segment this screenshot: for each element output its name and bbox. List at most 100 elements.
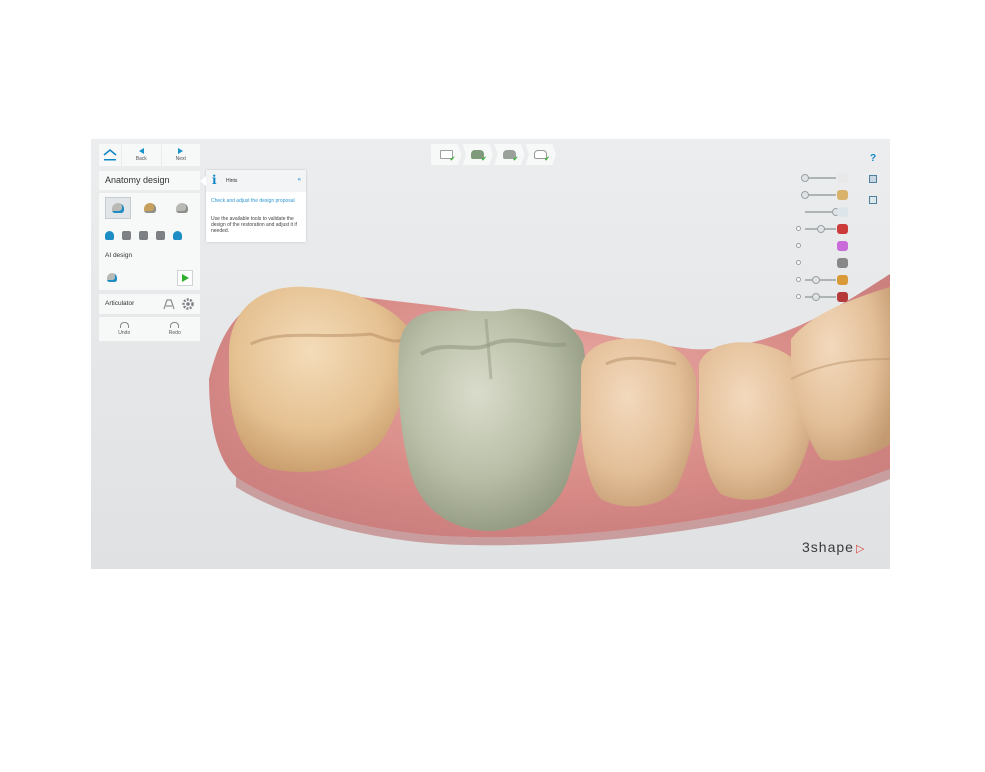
articulator-row: Articulator [99, 294, 200, 314]
slider-track[interactable] [805, 279, 836, 281]
smooth-tool-button[interactable] [118, 228, 135, 242]
brand-name: 3shape [802, 539, 854, 555]
hints-panel: i Hints « Check and adjust the design pr… [200, 170, 306, 242]
ai-design-label: AI design [105, 252, 133, 259]
check-icon: ✔ [481, 156, 487, 163]
multi-tooth-icon [176, 203, 188, 213]
visibility-slider-cut[interactable] [796, 224, 848, 234]
screenshot-icon [869, 196, 877, 204]
ai-tooth-small-icon [106, 272, 117, 282]
next-label: Next [175, 156, 186, 162]
move-icon [105, 230, 114, 240]
slider-track[interactable] [805, 296, 836, 298]
panel-title: Anatomy design [99, 171, 200, 190]
check-icon: ✔ [544, 156, 550, 163]
visibility-toggle[interactable] [796, 243, 801, 248]
visibility-slider-tooth-white[interactable] [796, 173, 848, 183]
anatomy-tools-panel: AI design [99, 193, 200, 290]
slider-thumb[interactable] [816, 225, 825, 233]
sculpt-tools-row [101, 228, 186, 242]
help-button[interactable]: ? [867, 152, 879, 164]
hints-header: i Hints « [206, 170, 306, 192]
slider-thumb[interactable] [801, 191, 809, 199]
design-mode-row [105, 197, 195, 219]
library-tooth-tool-button[interactable] [137, 197, 163, 219]
hints-body: Use the available tools to validate the … [211, 216, 297, 234]
visibility-slider-antagonist[interactable] [796, 190, 848, 200]
ai-tooth-icon [112, 203, 124, 213]
next-button[interactable]: Next [161, 144, 200, 166]
collapse-hints-button[interactable]: « [298, 177, 301, 183]
smooth-icon [122, 230, 131, 240]
screenshot-button[interactable] [867, 194, 879, 206]
back-label: Back [135, 156, 147, 162]
redo-button[interactable]: Redo [150, 317, 201, 341]
premolar-first [580, 338, 697, 507]
visibility-slider-preparation[interactable] [796, 275, 848, 285]
undo-redo-bar: Undo Redo [99, 317, 200, 341]
preparation-icon [837, 275, 848, 285]
arrow-right-icon [178, 148, 184, 154]
visibility-toggle[interactable] [796, 294, 801, 299]
morph-tool-button[interactable] [169, 228, 186, 242]
antagonist-icon [837, 190, 848, 200]
die-icon [837, 292, 848, 302]
brand-mark-icon: ▷ [855, 543, 866, 555]
wax-knife-tool-button[interactable] [135, 228, 152, 242]
workflow-steps: ✔ ✔ ✔ ✔ [431, 144, 556, 165]
library-tooth-icon [144, 203, 156, 213]
cut-icon [837, 224, 848, 234]
brand-logo: 3shape ▷ [802, 539, 865, 555]
arrow-left-icon [138, 148, 144, 154]
hints-title: Hints [226, 178, 238, 184]
slider-track[interactable] [805, 177, 836, 179]
articulator-label: Articulator [105, 300, 135, 307]
workflow-step-scan[interactable]: ✔ [462, 144, 493, 165]
clipboard-icon [869, 175, 877, 183]
move-tool-button[interactable] [101, 228, 118, 242]
workflow-step-order[interactable]: ✔ [431, 144, 462, 165]
multi-tooth-tool-button[interactable] [169, 197, 195, 219]
slider-thumb[interactable] [811, 276, 820, 284]
contact-tool-button[interactable] [152, 228, 169, 242]
back-button[interactable]: Back [122, 144, 161, 166]
undo-icon [119, 322, 129, 328]
visibility-slider-crown[interactable] [796, 207, 848, 217]
visibility-slider-die[interactable] [796, 292, 848, 302]
visibility-slider-gingiva[interactable] [796, 258, 848, 268]
app-window: Back Next Anatomy design AI design Artic… [91, 139, 890, 569]
home-button[interactable] [99, 144, 121, 166]
visibility-toggle[interactable] [796, 277, 801, 282]
check-icon: ✔ [449, 156, 456, 163]
color-wheel-icon [837, 241, 848, 251]
slider-thumb[interactable] [811, 293, 820, 301]
redo-label: Redo [168, 330, 181, 336]
home-icon [103, 149, 117, 161]
visibility-slider-color-wheel[interactable] [796, 241, 848, 251]
hints-heading: Check and adjust the design proposal [211, 198, 295, 204]
crown-icon [837, 207, 848, 217]
undo-label: Undo [118, 330, 131, 336]
workflow-step-margin[interactable]: ✔ [494, 144, 525, 165]
morph-icon [173, 230, 182, 240]
check-icon: ✔ [512, 156, 519, 163]
gingiva-icon [837, 258, 848, 268]
info-icon: i [212, 173, 217, 187]
visibility-toggle[interactable] [796, 226, 801, 231]
gear-icon[interactable] [181, 297, 195, 311]
visibility-toggle[interactable] [796, 260, 801, 265]
tooth-white-icon [837, 173, 848, 183]
articulator-icon[interactable] [162, 297, 176, 311]
ai-design-settings-button[interactable] [103, 270, 120, 284]
ai-design-tool-button[interactable] [105, 197, 131, 219]
play-icon [181, 274, 189, 282]
wax-knife-icon [139, 230, 148, 240]
slider-track[interactable] [805, 194, 836, 196]
contact-icon [156, 230, 165, 240]
slider-thumb[interactable] [801, 174, 809, 182]
undo-button[interactable]: Undo [99, 317, 150, 341]
workflow-step-design[interactable]: ✔ [525, 144, 556, 165]
clipboard-button[interactable] [867, 173, 879, 185]
redo-icon [170, 322, 180, 328]
run-ai-design-button[interactable] [177, 270, 193, 286]
